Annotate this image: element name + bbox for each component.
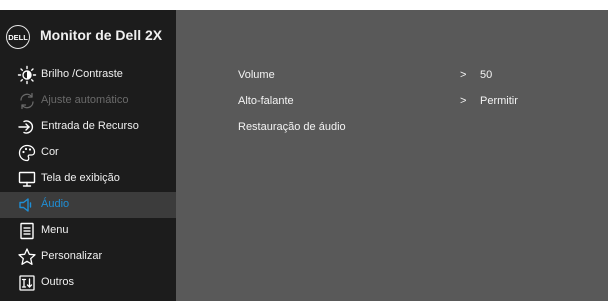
menu-item-audio[interactable]: Áudio xyxy=(0,192,176,218)
sidebar: DELL Monitor de Dell 2X Brilho /Contrast… xyxy=(0,10,176,301)
chevron-right-icon: > xyxy=(460,95,467,107)
dell-logo: DELL xyxy=(6,25,30,49)
option-speaker[interactable]: Alto-falante xyxy=(238,95,294,107)
auto-adjust-icon xyxy=(17,91,37,111)
osd-window: DELL Monitor de Dell 2X Brilho /Contrast… xyxy=(0,10,608,301)
submenu-panel xyxy=(176,10,608,301)
menu-label: Outros xyxy=(41,276,75,288)
menu-label: Áudio xyxy=(41,198,70,210)
menu-item-color[interactable]: Cor xyxy=(0,140,176,166)
menu-label: Tela de exibição xyxy=(41,172,120,184)
menu-label: Menu xyxy=(41,224,69,236)
menu-label: Cor xyxy=(41,146,59,158)
option-audio-reset[interactable]: Restauração de áudio xyxy=(238,121,346,133)
chevron-right-icon: > xyxy=(460,69,467,81)
menu-item-auto-adjust: Ajuste automático xyxy=(0,88,176,114)
input-source-icon xyxy=(17,117,37,137)
menu-item-input-source[interactable]: Entrada de Recurso xyxy=(0,114,176,140)
menu-item-display[interactable]: Tela de exibição xyxy=(0,166,176,192)
menu-item-personalize[interactable]: Personalizar xyxy=(0,244,176,270)
brightness-icon xyxy=(17,65,37,85)
speaker-value: Permitir xyxy=(480,95,518,107)
menu-item-brightness-contrast[interactable]: Brilho /Contraste xyxy=(0,62,176,88)
menu-item-others[interactable]: Outros xyxy=(0,270,176,296)
header: DELL Monitor de Dell 2X xyxy=(0,10,176,62)
menu-label: Ajuste automático xyxy=(41,94,129,106)
speaker-icon xyxy=(17,195,37,215)
menu-item-menu[interactable]: Menu xyxy=(0,218,176,244)
menu-label: Personalizar xyxy=(41,250,103,262)
menu-icon xyxy=(17,221,37,241)
color-icon xyxy=(17,143,37,163)
option-volume[interactable]: Volume xyxy=(238,69,275,81)
menu-label: Entrada de Recurso xyxy=(41,120,139,132)
others-icon xyxy=(17,273,37,293)
page-title: Monitor de Dell 2X xyxy=(40,27,163,43)
display-icon xyxy=(17,169,37,189)
star-icon xyxy=(17,247,37,267)
menu-label: Brilho /Contraste xyxy=(41,68,123,80)
volume-value: 50 xyxy=(480,69,493,81)
